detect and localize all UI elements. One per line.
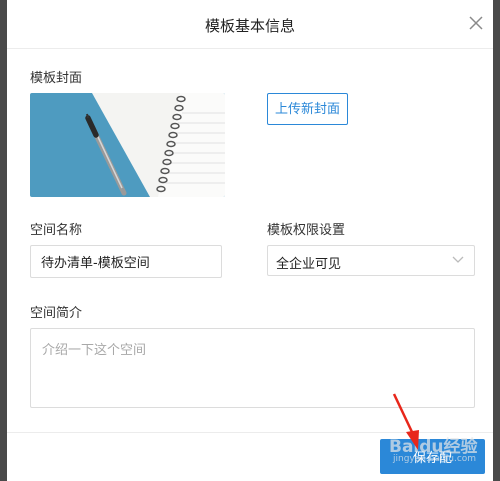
template-info-dialog: 模板基本信息 模板封面 上传新封面 空间名称 待办清单-模板空间 模板权限设置 … (7, 0, 493, 481)
red-arrow-annotation (392, 393, 419, 450)
upload-cover-button[interactable]: 上传新封面 (267, 93, 348, 125)
space-name-input[interactable] (30, 245, 222, 278)
cover-label: 模板封面 (30, 71, 83, 86)
permission-label: 模板权限设置 (267, 223, 346, 238)
dialog-header: 模板基本信息 (7, 0, 493, 49)
permission-value: 全企业可见 (276, 257, 342, 272)
close-icon[interactable] (468, 15, 484, 31)
permission-select[interactable]: 全企业可见 (267, 245, 475, 276)
chevron-down-icon (452, 256, 464, 263)
space-name-label: 空间名称 (30, 223, 83, 238)
dialog-title: 模板基本信息 (204, 17, 295, 35)
cover-image (30, 93, 225, 197)
intro-label: 空间简介 (30, 306, 83, 321)
